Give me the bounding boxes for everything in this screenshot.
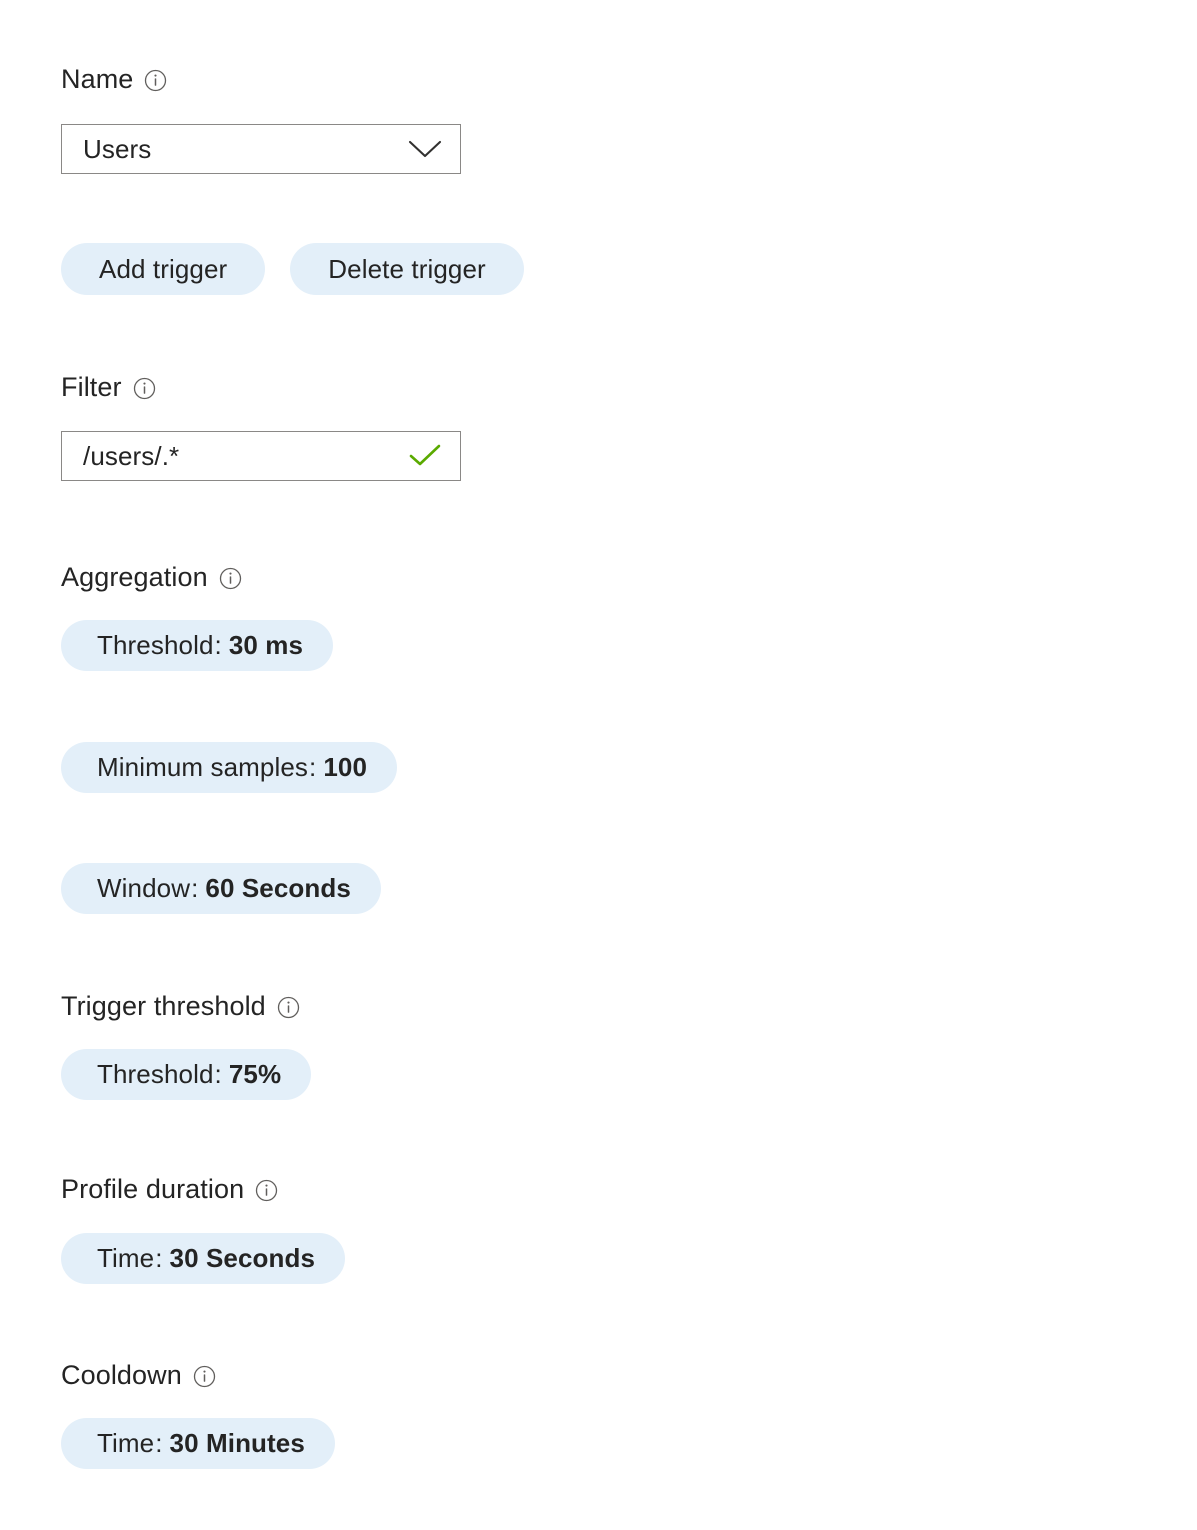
chip-label: Minimum samples	[97, 752, 308, 782]
info-circle-icon[interactable]	[255, 1179, 278, 1202]
chip-label: Window	[97, 873, 191, 903]
chip-separator: :	[214, 1059, 222, 1089]
chip-value: 30 Minutes	[169, 1428, 305, 1458]
chip-value: 30 Seconds	[169, 1243, 316, 1273]
profile-duration-field-label: Profile duration	[61, 1176, 278, 1203]
aggregation-window-chip[interactable]: Window : 60 Seconds	[61, 863, 381, 914]
name-dropdown[interactable]: Users	[61, 124, 461, 174]
aggregation-field-label: Aggregation	[61, 564, 242, 591]
cooldown-label-text: Cooldown	[61, 1360, 182, 1390]
chip-label: Time	[97, 1243, 155, 1273]
chip-separator: :	[214, 630, 222, 660]
profile-duration-label-text: Profile duration	[61, 1174, 245, 1204]
chip-separator: :	[155, 1243, 163, 1273]
info-circle-icon[interactable]	[219, 567, 242, 590]
add-trigger-button[interactable]: Add trigger	[61, 243, 266, 295]
cooldown-time-chip[interactable]: Time : 30 Minutes	[61, 1418, 335, 1469]
trigger-threshold-chip[interactable]: Threshold : 75%	[61, 1049, 312, 1100]
chip-separator: :	[309, 752, 317, 782]
filter-input-value: /users/.*	[83, 441, 180, 471]
aggregation-minimum-samples-chip[interactable]: Minimum samples : 100	[61, 742, 398, 793]
trigger-threshold-label-text: Trigger threshold	[61, 991, 266, 1021]
delete-trigger-button[interactable]: Delete trigger	[290, 243, 524, 295]
filter-input[interactable]: /users/.*	[61, 431, 461, 481]
cooldown-field-label: Cooldown	[61, 1362, 216, 1389]
chip-separator: :	[191, 873, 199, 903]
filter-label-text: Filter	[61, 372, 122, 402]
chip-value: 75%	[228, 1059, 282, 1089]
aggregation-label-text: Aggregation	[61, 562, 208, 592]
chip-value: 100	[323, 752, 368, 782]
trigger-action-buttons: Add trigger Delete trigger	[61, 243, 524, 295]
name-dropdown-value: Users	[83, 134, 152, 164]
chip-value: 60 Seconds	[205, 873, 351, 903]
info-circle-icon[interactable]	[193, 1365, 216, 1388]
checkmark-icon	[408, 443, 442, 469]
aggregation-threshold-chip[interactable]: Threshold : 30 ms	[61, 620, 334, 671]
profile-duration-time-chip[interactable]: Time : 30 Seconds	[61, 1233, 346, 1284]
chip-separator: :	[155, 1428, 163, 1458]
name-field-label: Name	[61, 66, 167, 93]
info-circle-icon[interactable]	[277, 996, 300, 1019]
chip-label: Threshold	[97, 630, 214, 660]
chip-label: Threshold	[97, 1059, 214, 1089]
info-circle-icon[interactable]	[133, 377, 156, 400]
chevron-down-icon[interactable]	[408, 139, 442, 159]
info-circle-icon[interactable]	[144, 69, 167, 92]
trigger-threshold-field-label: Trigger threshold	[61, 993, 300, 1020]
chip-label: Time	[97, 1428, 155, 1458]
filter-field-label: Filter	[61, 374, 156, 401]
name-label-text: Name	[61, 64, 134, 94]
chip-value: 30 ms	[228, 630, 304, 660]
